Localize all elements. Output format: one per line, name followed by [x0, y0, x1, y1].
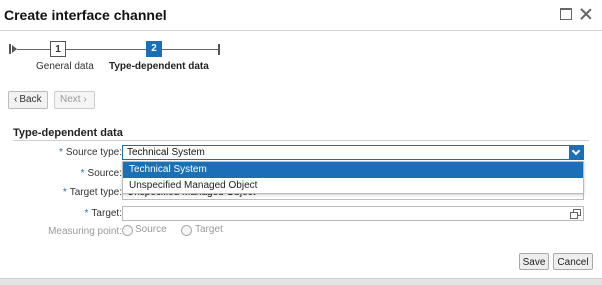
chevron-right-icon: › — [83, 94, 87, 105]
required-marker: * — [58, 147, 63, 158]
dropdown-option-technical-system[interactable]: Technical System — [123, 162, 583, 178]
wizard-step-1-label[interactable]: General data — [36, 61, 94, 72]
measuring-point-label: Measuring point: — [48, 226, 122, 237]
dialog-title: Create interface channel — [4, 7, 167, 23]
target-label: * Target: — [84, 208, 122, 219]
close-icon[interactable] — [580, 8, 592, 20]
source-type-dropdown[interactable]: Technical System — [122, 145, 584, 160]
required-marker: * — [84, 208, 89, 219]
save-button[interactable]: Save — [519, 253, 549, 270]
section-title: Type-dependent data — [13, 127, 123, 139]
dialog-title-bar: Create interface channel — [0, 0, 602, 31]
back-button[interactable]: ‹ Back — [8, 91, 48, 109]
wizard-end-icon — [210, 44, 220, 55]
source-type-label: * Source type: — [58, 147, 122, 158]
chevron-down-icon[interactable] — [569, 145, 584, 160]
wizard-connector — [17, 49, 50, 50]
wizard-step-2-label[interactable]: Type-dependent data — [109, 61, 209, 72]
target-type-label: * Target type: — [62, 187, 122, 198]
wizard-start-icon — [9, 44, 17, 54]
next-button[interactable]: Next › — [54, 91, 95, 109]
radio-source[interactable] — [122, 225, 133, 236]
source-label: * Source: — [80, 168, 122, 179]
maximize-icon[interactable] — [560, 8, 572, 20]
dropdown-option-unspecified-managed-object[interactable]: Unspecified Managed Object — [123, 178, 583, 194]
wizard-step-1[interactable]: 1 — [50, 41, 66, 57]
section-divider — [13, 140, 589, 141]
source-type-value: Technical System — [127, 147, 205, 158]
value-help-icon[interactable] — [570, 209, 581, 219]
chevron-left-icon: ‹ — [14, 94, 18, 105]
target-input[interactable] — [122, 206, 584, 221]
wizard-step-2[interactable]: 2 — [146, 41, 162, 57]
wizard-connector — [66, 49, 146, 50]
radio-target[interactable] — [181, 225, 192, 236]
back-button-label: Back — [19, 94, 42, 105]
radio-target-label: Target — [195, 224, 223, 235]
required-marker: * — [62, 187, 67, 198]
required-marker: * — [80, 168, 85, 179]
next-button-label: Next — [60, 94, 81, 105]
source-type-options-list: Technical System Unspecified Managed Obj… — [122, 161, 584, 194]
cancel-button[interactable]: Cancel — [553, 253, 593, 270]
radio-source-label: Source — [135, 224, 167, 235]
